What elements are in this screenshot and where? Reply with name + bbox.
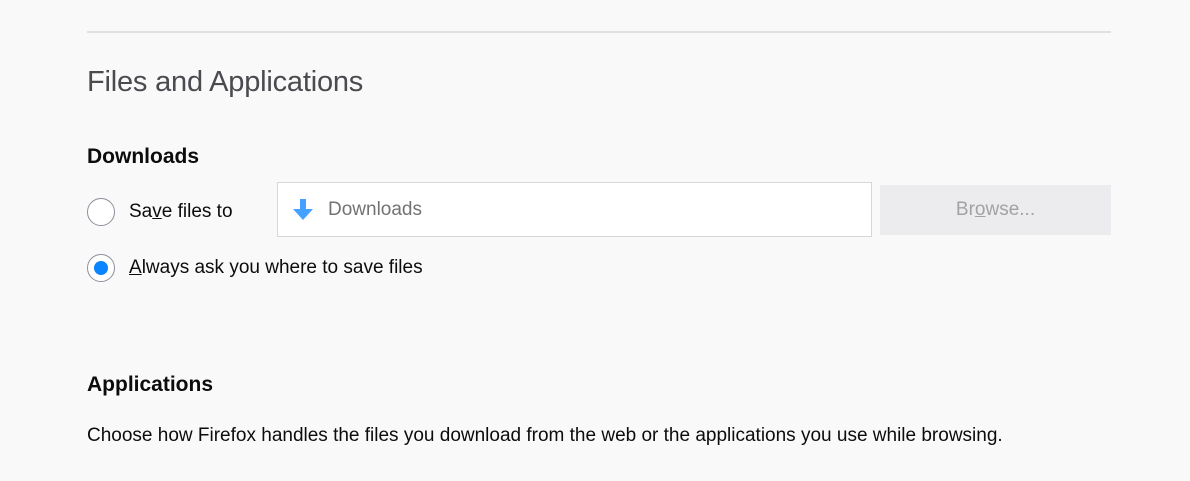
- section-title: Files and Applications: [87, 66, 364, 98]
- radio-selected-dot: [94, 261, 108, 275]
- save-files-to-option[interactable]: Save files to: [87, 196, 233, 228]
- save-files-radio[interactable]: [87, 198, 115, 226]
- always-ask-option[interactable]: Always ask you where to save files: [87, 252, 423, 284]
- download-folder-path: Downloads: [328, 198, 422, 220]
- applications-heading: Applications: [87, 373, 214, 396]
- section-divider: [87, 31, 1111, 33]
- save-files-label[interactable]: Save files to: [129, 201, 233, 223]
- applications-description: Choose how Firefox handles the files you…: [87, 425, 1003, 446]
- download-folder-field[interactable]: Downloads: [277, 182, 872, 237]
- always-ask-radio[interactable]: [87, 254, 115, 282]
- always-ask-label[interactable]: Always ask you where to save files: [129, 257, 423, 279]
- browse-button[interactable]: Br o wse...: [880, 185, 1111, 235]
- download-arrow-icon: [292, 198, 314, 222]
- downloads-heading: Downloads: [87, 145, 200, 168]
